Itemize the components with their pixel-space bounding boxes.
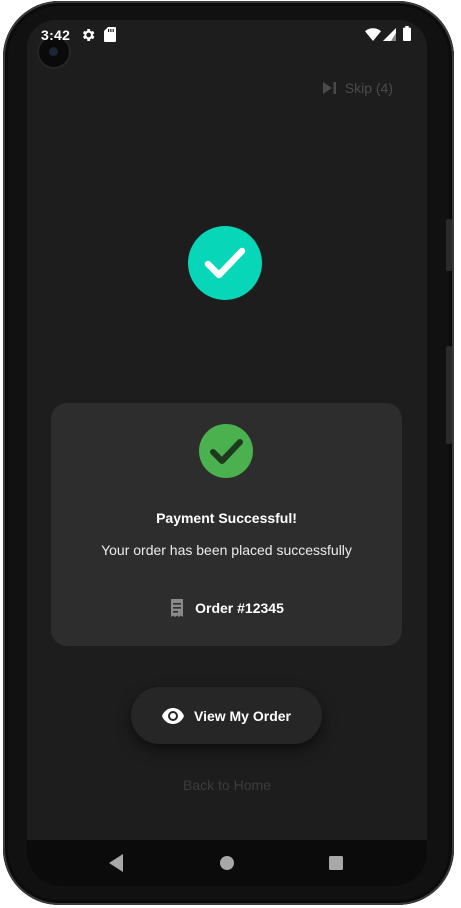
home-icon[interactable]	[219, 855, 235, 871]
receipt-icon	[171, 599, 184, 617]
app-screen: 3:42 Skip (4) Payment Successful! Your o…	[27, 20, 427, 840]
status-bar: 3:42	[27, 20, 427, 67]
success-check-icon	[188, 226, 262, 300]
system-navigation-bar	[27, 840, 427, 886]
success-title: Payment Successful!	[156, 510, 297, 526]
skip-next-icon	[322, 82, 336, 94]
eye-icon	[161, 707, 184, 724]
volume-button	[446, 346, 452, 444]
signal-icon	[383, 28, 396, 41]
recents-icon[interactable]	[328, 855, 344, 871]
back-icon[interactable]	[109, 854, 125, 872]
settings-icon	[82, 29, 95, 41]
order-number-row: Order #12345	[51, 599, 402, 617]
success-subtitle: Your order has been placed successfully	[101, 542, 352, 558]
order-number: Order #12345	[195, 600, 284, 616]
payment-success-card: Payment Successful! Your order has been …	[51, 403, 402, 646]
skip-label: Skip (4)	[344, 80, 393, 96]
check-circle-icon	[199, 424, 253, 478]
skip-button[interactable]: Skip (4)	[322, 80, 393, 96]
back-to-home-link[interactable]: Back to Home	[27, 777, 427, 793]
wifi-icon	[365, 28, 381, 41]
view-order-label: View My Order	[193, 707, 291, 724]
status-time: 3:42	[41, 27, 71, 43]
view-order-button[interactable]: View My Order	[131, 687, 322, 744]
battery-icon	[403, 26, 411, 41]
power-button	[446, 219, 452, 271]
sd-card-icon	[104, 27, 116, 42]
